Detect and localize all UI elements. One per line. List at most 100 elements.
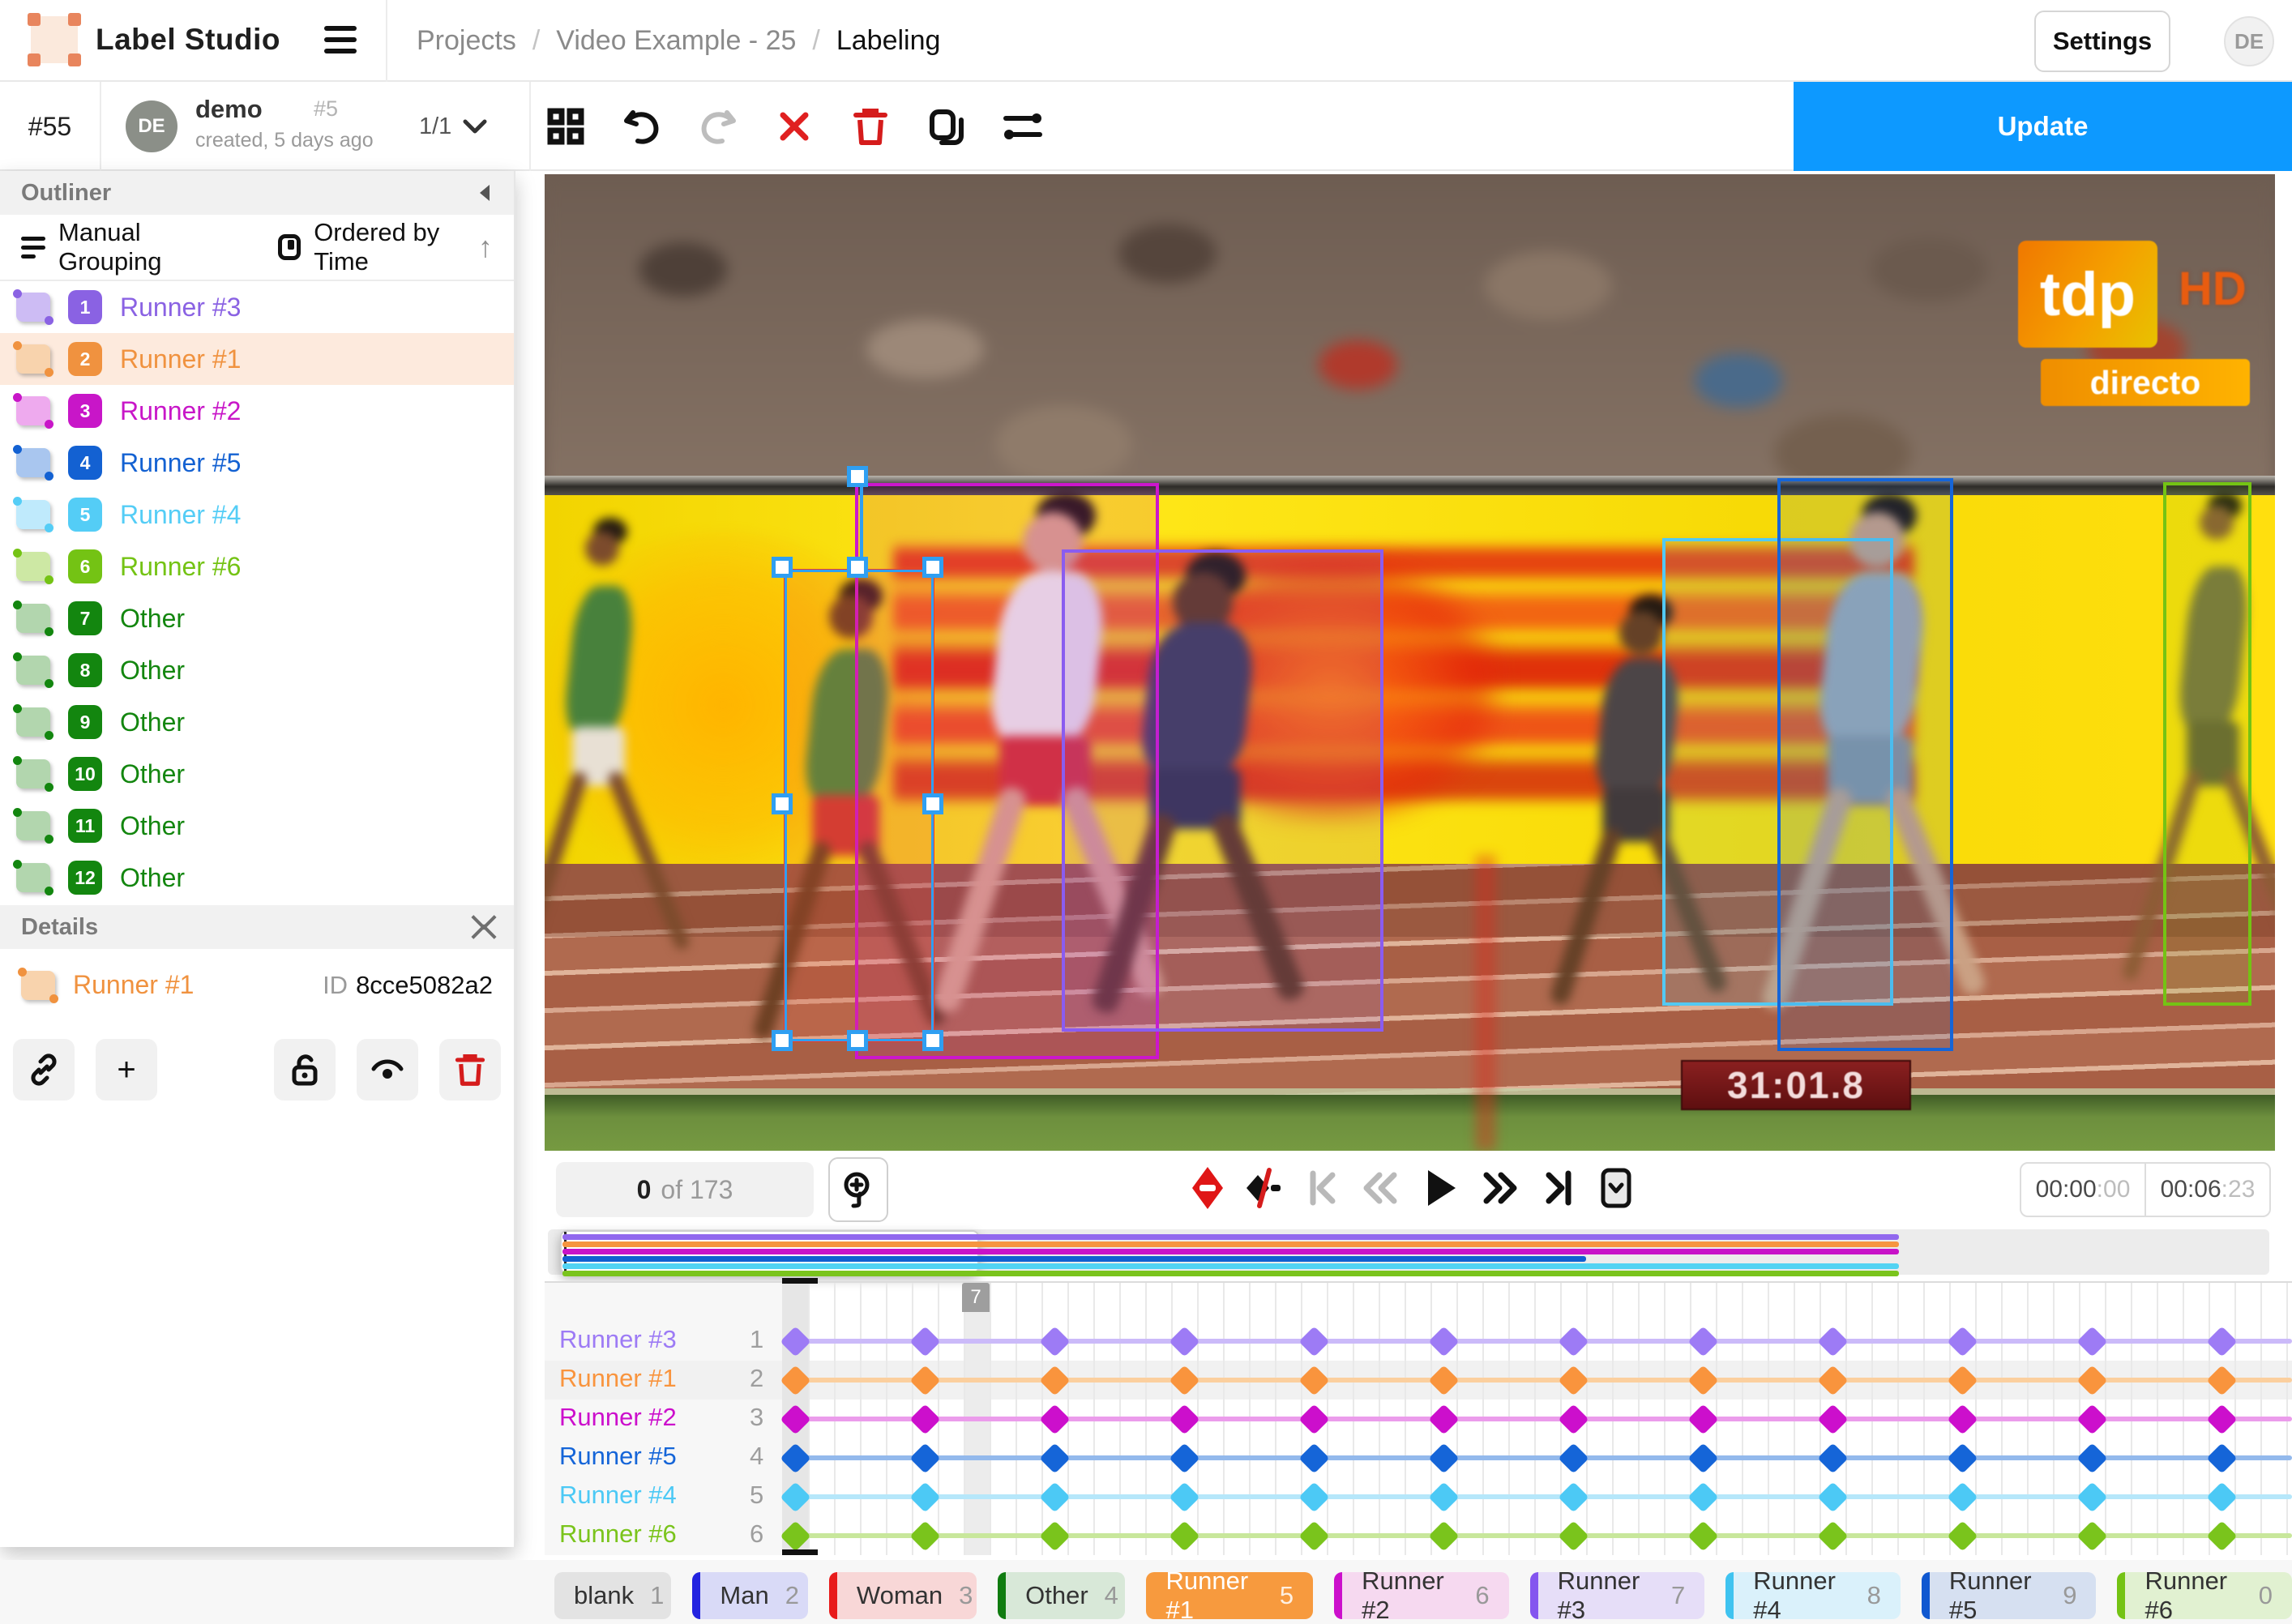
keyframe-diamond[interactable] — [1817, 1481, 1848, 1512]
keyframe-diamond[interactable] — [1039, 1404, 1070, 1434]
keyframe-diamond[interactable] — [1169, 1481, 1199, 1512]
delete-icon[interactable] — [849, 105, 892, 147]
keyframe-diamond[interactable] — [1039, 1326, 1070, 1357]
region-item-8[interactable]: 8Other — [0, 644, 514, 696]
keyframe-diamond[interactable] — [1428, 1481, 1459, 1512]
step-forward-button[interactable] — [1477, 1160, 1525, 1216]
label-chip-man[interactable]: Man2 — [692, 1572, 807, 1619]
region-item-3[interactable]: 3Runner #2 — [0, 385, 514, 437]
resize-anchor[interactable] — [772, 557, 793, 578]
keyframe-diamond[interactable] — [909, 1481, 940, 1512]
breadcrumb-project[interactable]: Video Example - 25 — [556, 25, 796, 57]
keyframe-diamond[interactable] — [2076, 1404, 2107, 1434]
keyframe-diamond[interactable] — [2076, 1326, 2107, 1357]
keyframe-diamond[interactable] — [1298, 1326, 1329, 1357]
keyframe-diamond[interactable] — [1947, 1326, 1978, 1357]
keyframe-diamond[interactable] — [1169, 1404, 1199, 1434]
frame-options-button[interactable] — [1592, 1160, 1640, 1216]
undo-icon[interactable] — [621, 105, 663, 147]
region-item-2[interactable]: 2Runner #1 — [0, 333, 514, 385]
keyframe-diamond[interactable] — [1298, 1442, 1329, 1473]
keyframe-diamond[interactable] — [1687, 1481, 1718, 1512]
hide-region-button[interactable] — [357, 1039, 418, 1100]
label-chip-woman[interactable]: Woman3 — [829, 1572, 977, 1619]
keyframe-diamond[interactable] — [2076, 1481, 2107, 1512]
keyframe-diamond[interactable] — [1947, 1481, 1978, 1512]
menu-icon[interactable] — [324, 26, 357, 55]
resize-anchor[interactable] — [847, 1030, 868, 1051]
reject-icon[interactable] — [773, 105, 815, 147]
label-chip-runner-3[interactable]: Runner #37 — [1530, 1572, 1705, 1619]
resize-anchor[interactable] — [922, 793, 943, 814]
keyframe-diamond[interactable] — [1428, 1326, 1459, 1357]
keyframe-diamond[interactable] — [1558, 1520, 1589, 1551]
region-item-11[interactable]: 11Other — [0, 800, 514, 852]
keyframe-diamond[interactable] — [1298, 1481, 1329, 1512]
timeline-row-label[interactable]: Runner #4 — [559, 1481, 677, 1510]
keyframe-diamond[interactable] — [1298, 1520, 1329, 1551]
remove-keyframe-button[interactable] — [1183, 1160, 1232, 1216]
settings-sliders-icon[interactable] — [1002, 105, 1044, 147]
keyframe-diamond[interactable] — [1039, 1442, 1070, 1473]
skip-to-end-button[interactable] — [1534, 1160, 1583, 1216]
timeline-overview-bar[interactable] — [548, 1229, 2269, 1275]
keyframe-diamond[interactable] — [1817, 1520, 1848, 1551]
keyframe-diamond[interactable] — [1169, 1520, 1199, 1551]
collapse-panel-icon[interactable] — [477, 183, 493, 203]
timeline-row-label[interactable]: Runner #1 — [559, 1364, 677, 1393]
keyframe-diamond[interactable] — [909, 1520, 940, 1551]
keyframe-diamond[interactable] — [1687, 1326, 1718, 1357]
region-item-9[interactable]: 9Other — [0, 696, 514, 748]
region-item-4[interactable]: 4Runner #5 — [0, 437, 514, 489]
keyframe-diamond[interactable] — [1558, 1442, 1589, 1473]
play-button[interactable] — [1417, 1160, 1465, 1216]
keyframe-diamond[interactable] — [1169, 1442, 1199, 1473]
keyframe-diamond[interactable] — [1947, 1404, 1978, 1434]
keyframe-diamond[interactable] — [1947, 1442, 1978, 1473]
keyframe-diamond[interactable] — [1428, 1442, 1459, 1473]
keyframe-diamond[interactable] — [1039, 1481, 1070, 1512]
region-item-5[interactable]: 5Runner #4 — [0, 489, 514, 541]
label-chip-runner-1[interactable]: Runner #15 — [1146, 1572, 1313, 1619]
ordering-selector[interactable]: Ordered by Time — [314, 218, 465, 276]
settings-button[interactable]: Settings — [2034, 11, 2170, 72]
label-chip-runner-2[interactable]: Runner #26 — [1334, 1572, 1509, 1619]
delete-region-button[interactable] — [439, 1039, 501, 1100]
duplicate-icon[interactable] — [926, 105, 968, 147]
toggle-interpolation-button[interactable] — [1240, 1160, 1289, 1216]
add-meta-button[interactable]: + — [96, 1039, 157, 1100]
keyframe-diamond[interactable] — [1817, 1404, 1848, 1434]
keyframe-diamond[interactable] — [1298, 1404, 1329, 1434]
keyframe-diamond[interactable] — [2206, 1326, 2237, 1357]
region-item-12[interactable]: 12Other — [0, 852, 514, 904]
keyframe-diamond[interactable] — [1817, 1326, 1848, 1357]
resize-anchor[interactable] — [922, 1030, 943, 1051]
keyframe-diamond[interactable] — [909, 1326, 940, 1357]
keyframe-diamond[interactable] — [1687, 1404, 1718, 1434]
frame-counter[interactable]: 0 of 173 — [556, 1162, 814, 1217]
grouping-selector[interactable]: Manual Grouping — [58, 218, 214, 276]
keyframe-diamond[interactable] — [2076, 1520, 2107, 1551]
keyframe-diamond[interactable] — [1558, 1326, 1589, 1357]
lock-region-button[interactable] — [274, 1039, 336, 1100]
resize-anchor[interactable] — [772, 793, 793, 814]
regions-grid-icon[interactable] — [545, 105, 587, 147]
annotation-pager[interactable]: 1/1 — [419, 82, 487, 171]
video-region-runner-1[interactable] — [784, 569, 934, 1042]
timeline-row-label[interactable]: Runner #2 — [559, 1403, 677, 1432]
video-region-runner-3[interactable] — [1062, 549, 1383, 1032]
keyframe-diamond[interactable] — [1817, 1442, 1848, 1473]
resize-anchor[interactable] — [922, 557, 943, 578]
details-collapse-icon[interactable] — [475, 908, 493, 946]
zoom-to-fit-button[interactable] — [828, 1157, 888, 1222]
label-chip-runner-5[interactable]: Runner #59 — [1922, 1572, 2097, 1619]
keyframe-diamond[interactable] — [909, 1442, 940, 1473]
label-chip-runner-4[interactable]: Runner #48 — [1725, 1572, 1901, 1619]
keyframe-diamond[interactable] — [1687, 1442, 1718, 1473]
region-item-10[interactable]: 10Other — [0, 748, 514, 800]
sort-direction-icon[interactable]: ↑ — [478, 230, 493, 264]
keyframe-diamond[interactable] — [1687, 1520, 1718, 1551]
skip-to-start-button[interactable] — [1298, 1160, 1347, 1216]
region-item-7[interactable]: 7Other — [0, 592, 514, 644]
label-chip-runner-6[interactable]: Runner #60 — [2117, 1572, 2292, 1619]
